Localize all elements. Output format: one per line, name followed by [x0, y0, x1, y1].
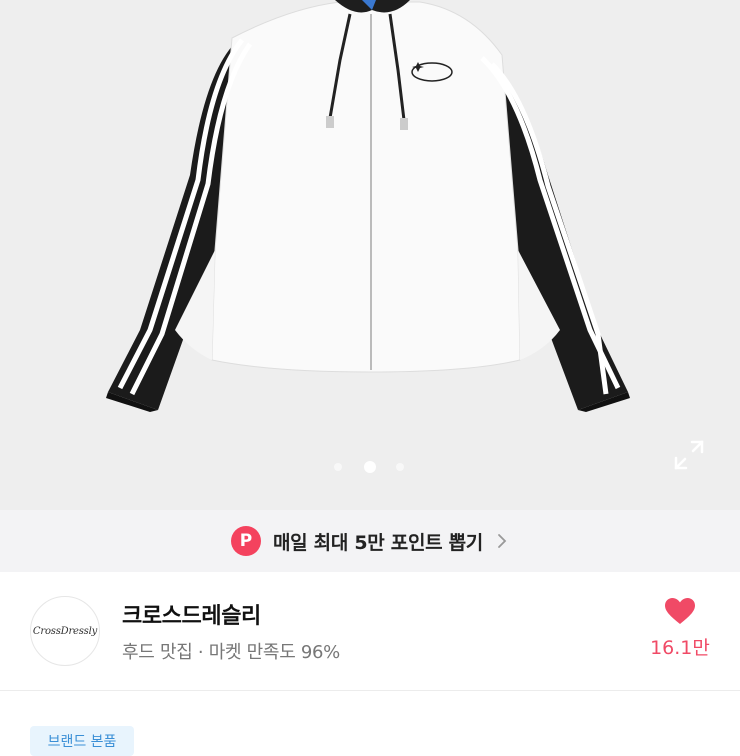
product-image	[106, 0, 630, 412]
gallery-dot[interactable]	[364, 461, 376, 473]
heart-icon	[665, 598, 695, 624]
like-count: 16.1만	[650, 637, 710, 659]
shop-name[interactable]: 크로스드레슬리	[122, 598, 261, 630]
points-promo-banner[interactable]: P 매일 최대 5만 포인트 뽑기	[0, 510, 740, 572]
points-badge-icon: P	[231, 526, 261, 556]
brand-tag[interactable]: 브랜드 본품	[30, 726, 134, 756]
promo-text: 매일 최대 5만 포인트 뽑기	[273, 531, 483, 554]
expand-icon[interactable]	[672, 438, 706, 472]
shop-logo[interactable]: CrossDressly	[30, 596, 100, 666]
chevron-right-icon	[498, 534, 507, 548]
shop-description: 후드 맛집 · 마켓 만족도 96%	[122, 642, 340, 663]
gallery-dot[interactable]	[334, 463, 342, 471]
gallery-dot[interactable]	[396, 463, 404, 471]
gallery-pagination	[0, 461, 740, 473]
product-image-gallery[interactable]	[0, 0, 740, 510]
like-button[interactable]: 16.1만	[648, 598, 712, 670]
shop-info-row: CrossDressly 크로스드레슬리 후드 맛집 · 마켓 만족도 96% …	[0, 572, 740, 691]
